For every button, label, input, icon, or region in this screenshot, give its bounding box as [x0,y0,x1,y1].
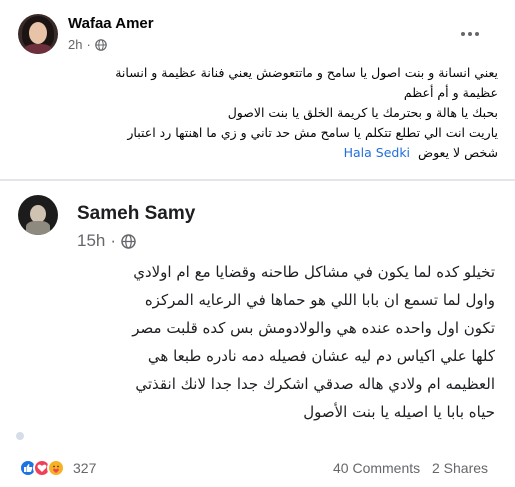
post-card: Wafaa Amer 2h · يعني انسانة و بنت اصول ي… [0,0,515,487]
post-meta: 2h · [68,37,107,52]
post-text-line-end: شخص لا يعوض [417,145,498,160]
shared-author-name: Sameh Samy [77,203,196,224]
post-text-line: يعني انسانة و بنت اصول يا سامح و ماتتعوض… [115,65,498,80]
reaction-count[interactable]: 327 [73,460,96,476]
shared-text-line: تكون اول واحده عنده هي والولادومش بس كده… [132,319,495,337]
shared-author-avatar [18,195,58,235]
shared-meta: 15h · [77,231,136,251]
shared-time: 15h [77,231,106,250]
decorative-dot [16,432,24,440]
post-text-line: شخص لا يعوض Hala Sedki [18,143,498,163]
post-text-line: بحبك يا هالة و بحترمك يا كريمة الخلق يا … [227,105,498,120]
post-text-line: عظيمة و أم أعظم [403,85,498,100]
reactions-summary[interactable]: 327 [19,459,96,477]
care-icon [47,459,65,477]
globe-icon [95,38,107,51]
more-options-icon[interactable] [458,26,482,42]
shared-text-line: كلها علي اكياس دم ليه عشان فصيله دمه ناد… [147,347,495,365]
shares-count[interactable]: 2 Shares [432,460,488,476]
shared-text-line: واول لما تسمع ان بابا اللي هو حماها في ا… [144,291,495,309]
post-time[interactable]: 2h [68,37,82,52]
globe-icon [121,233,136,249]
shared-text-line: تخيلو كده لما يكون في مشاكل طاحنه وقضايا… [133,263,495,281]
comments-count[interactable]: 40 Comments [333,460,420,476]
post-text-line: ياريت انت الي تطلع تتكلم يا سامح مش حد ت… [127,125,498,140]
author-avatar[interactable] [18,14,58,54]
shared-text: تخيلو كده لما يكون في مشاكل طاحنه وقضايا… [15,258,495,426]
shared-text-line: العظيمه ام ولادي هاله صدقي اشكرك جدا جدا… [135,375,495,393]
author-name[interactable]: Wafaa Amer [68,15,154,32]
mention-link[interactable]: Hala Sedki [344,145,410,160]
post-text: يعني انسانة و بنت اصول يا سامح و ماتتعوض… [18,63,498,163]
shared-text-line: حياه بابا يا اصيله يا بنت الأصول [303,403,495,421]
